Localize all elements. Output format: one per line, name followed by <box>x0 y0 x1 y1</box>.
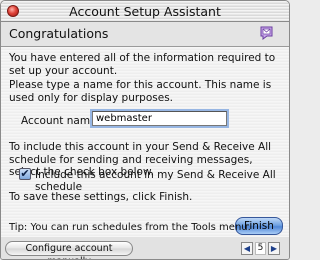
title-bar: Account Setup Assistant <box>1 1 289 22</box>
configure-manually-button[interactable]: Configure account manually <box>5 241 133 259</box>
page-header: Congratulations <box>1 22 289 47</box>
footer-bar: Configure account manually ◀ 5 ▶ <box>1 237 289 259</box>
include-schedule-checkbox[interactable]: ✔ <box>19 168 31 180</box>
wizard-content: You have entered all of the information … <box>1 47 289 238</box>
intro-text: You have entered all of the information … <box>9 52 276 77</box>
include-schedule-label[interactable]: Include this account in my Send & Receiv… <box>35 169 289 193</box>
name-prompt-text: Please type a name for this account. Thi… <box>9 79 272 104</box>
page-number: 5 <box>255 242 266 255</box>
next-page-arrow-icon[interactable]: ▶ <box>268 242 280 255</box>
account-name-input[interactable] <box>92 111 227 126</box>
tip-text: Tip: You can run schedules from the Tool… <box>9 222 251 233</box>
window-title: Account Setup Assistant <box>69 4 221 19</box>
previous-page-arrow-icon[interactable]: ◀ <box>241 242 253 255</box>
account-name-label: Account name: <box>21 115 101 127</box>
save-instructions-text: To save these settings, click Finish. <box>9 191 193 203</box>
page-title: Congratulations <box>9 26 109 41</box>
entourage-logo-icon <box>260 26 273 40</box>
account-setup-window: Account Setup Assistant Congratulations … <box>0 0 290 260</box>
